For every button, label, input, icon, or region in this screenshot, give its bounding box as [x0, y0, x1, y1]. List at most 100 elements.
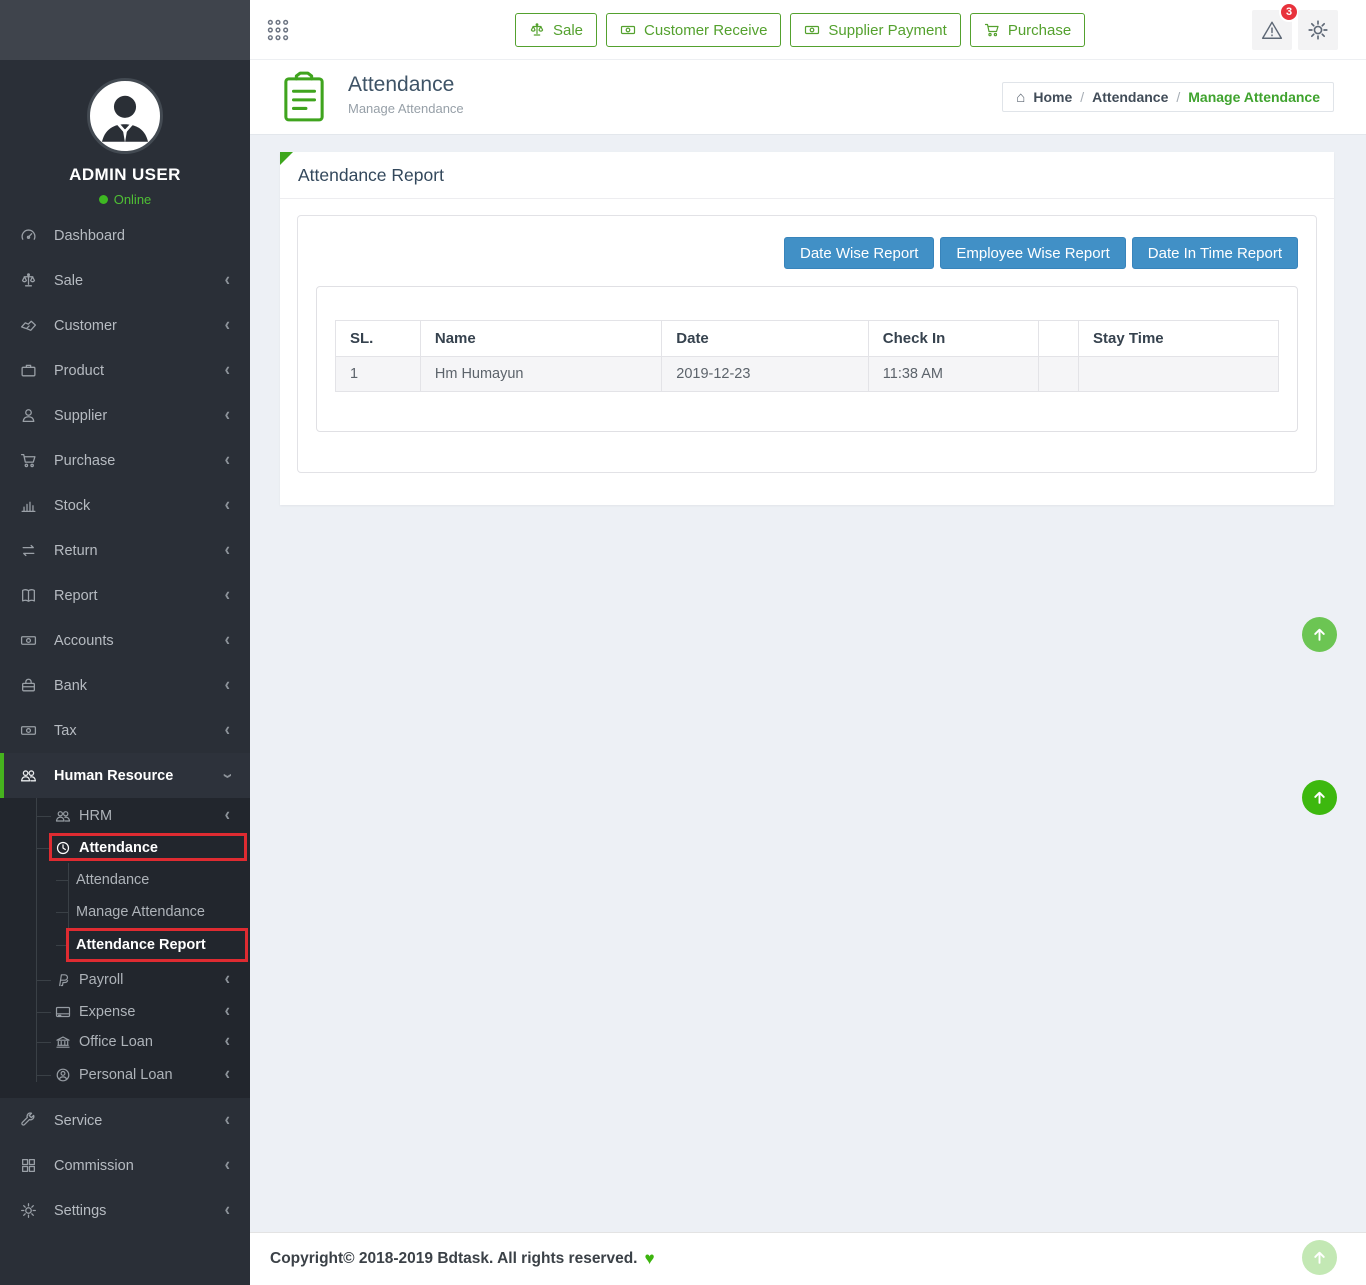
avatar[interactable] [87, 78, 163, 154]
chevron-left-icon: ‹ [225, 971, 230, 989]
bar-chart-icon [20, 497, 37, 514]
sidebar-item-label: Human Resource [54, 768, 225, 784]
user-status: Online [0, 192, 250, 207]
online-dot-icon [99, 195, 108, 204]
report-card: Date Wise ReportEmployee Wise ReportDate… [297, 215, 1317, 473]
scroll-top-button[interactable] [1302, 617, 1337, 652]
home-icon: ⌂ [1016, 90, 1025, 105]
date-wise-report-button[interactable]: Date Wise Report [784, 237, 934, 269]
chevron-left-icon: ‹ [225, 586, 230, 604]
table-cell: 1 [336, 357, 421, 392]
heart-icon: ♥ [644, 1249, 654, 1269]
sidebar-item-expense[interactable]: Expense‹ [0, 997, 250, 1027]
breadcrumb-home[interactable]: Home [1033, 89, 1072, 105]
sidebar-item-supplier[interactable]: Supplier‹ [0, 393, 250, 438]
scroll-top-button[interactable] [1302, 1240, 1337, 1275]
chevron-down-icon: ‹ [218, 773, 236, 778]
page-title: Attendance [348, 73, 464, 97]
sidebar-item-office-loan[interactable]: Office Loan‹ [0, 1027, 250, 1057]
sidebar-item-payroll[interactable]: Payroll‹ [0, 963, 250, 997]
chevron-left-icon: ‹ [225, 1156, 230, 1174]
topbar: Sale Customer Receive Supplier Payment Purc… [250, 0, 1366, 60]
banknote-icon [20, 722, 37, 739]
sidebar-item-tax[interactable]: Tax‹ [0, 708, 250, 753]
notification-badge: 3 [1279, 2, 1299, 22]
clock-icon [55, 840, 71, 856]
sidebar-item-report[interactable]: Report‹ [0, 573, 250, 618]
panel-title: Attendance Report [280, 152, 1334, 199]
tools-icon [20, 1112, 37, 1129]
apps-grid-icon[interactable] [266, 18, 290, 42]
settings-button[interactable] [1298, 10, 1338, 50]
sidebar-item-label: Personal Loan [79, 1067, 225, 1083]
scroll-top-button[interactable] [1302, 780, 1337, 815]
breadcrumb-attendance[interactable]: Attendance [1092, 89, 1168, 105]
column-header [1039, 321, 1079, 357]
page-header: Attendance Manage Attendance ⌂ Home / At… [250, 60, 1366, 135]
sidebar-item-bank[interactable]: Bank‹ [0, 663, 250, 708]
sidebar-item-attendance[interactable]: Attendance [0, 833, 250, 863]
sidebar-item-sale[interactable]: Sale‹ [0, 258, 250, 303]
quick-sale-button[interactable]: Sale [515, 13, 597, 47]
sidebar-item-label: Sale [54, 273, 225, 289]
chevron-left-icon: ‹ [225, 406, 230, 424]
quick-button-label: Sale [553, 22, 583, 39]
sidebar-item-attendance[interactable]: Attendance [0, 863, 250, 897]
sidebar-item-commission[interactable]: Commission‹ [0, 1143, 250, 1188]
sidebar-item-return[interactable]: Return‹ [0, 528, 250, 573]
sidebar-item-label: Bank [54, 678, 225, 694]
column-header: Name [420, 321, 661, 357]
chevron-left-icon: ‹ [225, 631, 230, 649]
column-header: Stay Time [1079, 321, 1279, 357]
chevron-left-icon: ‹ [225, 1033, 230, 1051]
quick-customer-receive-button[interactable]: Customer Receive [606, 13, 781, 47]
table-row[interactable]: 1Hm Humayun2019-12-2311:38 AM [336, 357, 1279, 392]
employee-wise-report-button[interactable]: Employee Wise Report [940, 237, 1125, 269]
sidebar-item-purchase[interactable]: Purchase‹ [0, 438, 250, 483]
briefcase-icon [20, 362, 37, 379]
quick-button-label: Supplier Payment [828, 22, 946, 39]
sidebar-item-product[interactable]: Product‹ [0, 348, 250, 393]
footer: Copyright© 2018-2019 Bdtask. All rights … [250, 1232, 1366, 1285]
sidebar-item-label: Tax [54, 723, 225, 739]
sidebar-item-human-resource[interactable]: Human Resource ‹ [0, 753, 250, 798]
sidebar-item-accounts[interactable]: Accounts‹ [0, 618, 250, 663]
sidebar-item-settings[interactable]: Settings‹ [0, 1188, 250, 1233]
cart-icon [984, 22, 1000, 38]
sidebar-item-label: Dashboard [54, 228, 230, 244]
quick-supplier-payment-button[interactable]: Supplier Payment [790, 13, 960, 47]
quick-button-label: Purchase [1008, 22, 1071, 39]
attendance-table: SL.NameDateCheck InStay Time1Hm Humayun2… [335, 320, 1279, 392]
scale-icon [529, 22, 545, 38]
sidebar-item-label: Customer [54, 318, 225, 334]
sidebar-item-hrm[interactable]: HRM‹ [0, 798, 250, 833]
sidebar-item-service[interactable]: Service‹ [0, 1098, 250, 1143]
clipboard-icon [283, 70, 325, 124]
chevron-left-icon: ‹ [225, 676, 230, 694]
sidebar-item-personal-loan[interactable]: Personal Loan‹ [0, 1057, 250, 1092]
sidebar-item-label: Office Loan [79, 1034, 225, 1050]
human-resource-submenu: HRM‹AttendanceAttendanceManage Attendanc… [0, 798, 250, 1098]
gauge-icon [20, 227, 37, 244]
quick-purchase-button[interactable]: Purchase [970, 13, 1085, 47]
sidebar-menu: DashboardSale‹Customer‹Product‹Supplier‹… [0, 213, 250, 753]
sidebar-item-label: HRM [79, 808, 225, 824]
sidebar-item-customer[interactable]: Customer‹ [0, 303, 250, 348]
column-header: Check In [868, 321, 1039, 357]
attendance-table-card: SL.NameDateCheck InStay Time1Hm Humayun2… [316, 286, 1298, 432]
chevron-left-icon: ‹ [225, 721, 230, 739]
date-in-time-report-button[interactable]: Date In Time Report [1132, 237, 1298, 269]
sidebar-item-manage-attendance[interactable]: Manage Attendance [0, 897, 250, 927]
sidebar-item-label: Purchase [54, 453, 225, 469]
sidebar-item-stock[interactable]: Stock‹ [0, 483, 250, 528]
sidebar-item-label: Expense [79, 1004, 225, 1020]
sidebar-item-dashboard[interactable]: Dashboard [0, 213, 250, 258]
copyright-text: Copyright© 2018-2019 Bdtask. All rights … [270, 1250, 637, 1268]
sidebar-item-attendance-report[interactable]: Attendance Report [0, 927, 250, 963]
sidebar-item-label: Return [54, 543, 225, 559]
quick-button-label: Customer Receive [644, 22, 767, 39]
alerts-button[interactable]: 3 [1252, 10, 1292, 50]
sidebar-item-label: Service [54, 1113, 225, 1129]
report-buttons: Date Wise ReportEmployee Wise ReportDate… [784, 237, 1298, 269]
chevron-left-icon: ‹ [225, 361, 230, 379]
